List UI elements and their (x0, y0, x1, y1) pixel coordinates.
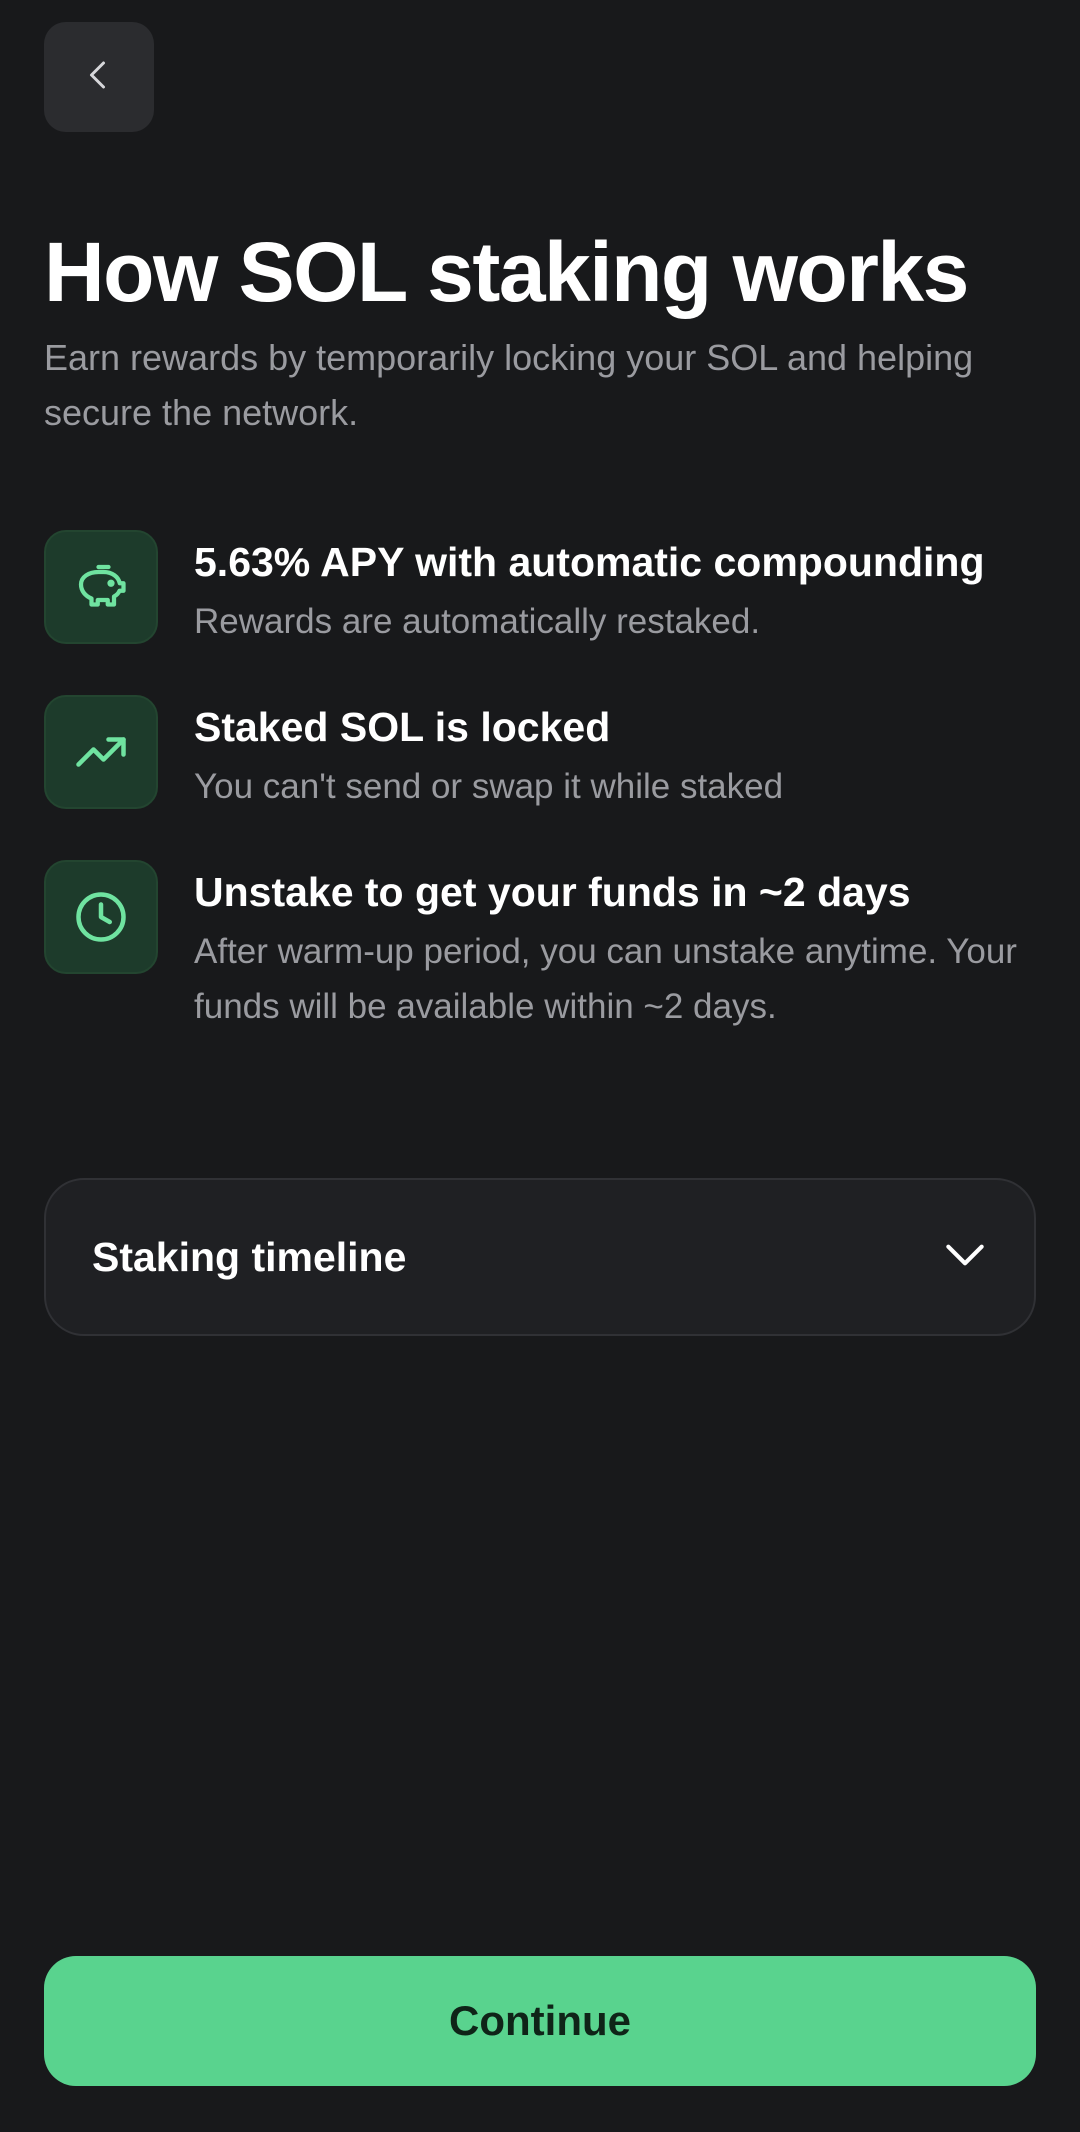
continue-button[interactable]: Continue (44, 1956, 1036, 2086)
chevron-left-icon (81, 57, 117, 98)
staking-timeline-label: Staking timeline (92, 1233, 407, 1280)
continue-button-label: Continue (449, 1997, 631, 2044)
feature-title: Staked SOL is locked (194, 704, 611, 750)
piggy-bank-icon (44, 530, 158, 644)
feature-title: 5.63% APY with automatic compounding (194, 539, 985, 585)
trending-up-icon (44, 695, 158, 809)
feature-description: After warm-up period, you can unstake an… (194, 932, 1017, 1026)
feature-title: Unstake to get your funds in ~2 days (194, 869, 911, 915)
feature-description: You can't send or swap it while staked (194, 767, 784, 806)
feature-apy: 5.63% APY with automatic compounding Rew… (44, 530, 1044, 649)
back-button[interactable] (44, 22, 154, 132)
page-title: How SOL staking works (44, 225, 969, 319)
chevron-down-icon (940, 1230, 990, 1285)
clock-icon (44, 860, 158, 974)
page-subtitle: Earn rewards by temporarily locking your… (44, 337, 974, 433)
feature-unstake: Unstake to get your funds in ~2 days Aft… (44, 860, 1044, 1034)
feature-locked: Staked SOL is locked You can't send or s… (44, 695, 1044, 814)
feature-description: Rewards are automatically restaked. (194, 602, 761, 641)
staking-info-screen: How SOL staking works Earn rewards by te… (0, 0, 1080, 2132)
staking-timeline-accordion[interactable]: Staking timeline (44, 1178, 1036, 1336)
